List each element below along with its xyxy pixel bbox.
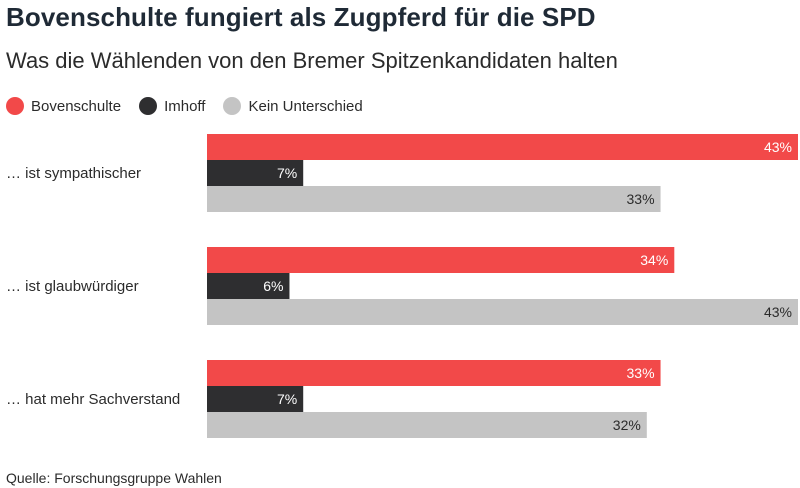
- category-label: … ist glaubwürdiger: [6, 278, 139, 295]
- data-label-bovenschulte: 34%: [640, 252, 668, 268]
- bar-bovenschulte: [207, 247, 675, 273]
- source-note: Quelle: Forschungsgruppe Wahlen: [6, 470, 222, 486]
- bar-bovenschulte: [207, 134, 798, 160]
- bar-kein-unterschied: [207, 299, 798, 325]
- data-label-bovenschulte: 33%: [627, 365, 655, 381]
- category-label: … ist sympathischer: [6, 165, 141, 182]
- data-label-bovenschulte: 43%: [764, 139, 792, 155]
- bar-bovenschulte: [207, 360, 661, 386]
- data-label-kein-unterschied: 43%: [764, 304, 792, 320]
- category-label: … hat mehr Sachverstand: [6, 391, 180, 408]
- bar-kein-unterschied: [207, 412, 647, 438]
- data-label-kein-unterschied: 32%: [613, 417, 641, 433]
- data-label-imhoff: 6%: [263, 278, 283, 294]
- data-label-imhoff: 7%: [277, 165, 297, 181]
- data-label-imhoff: 7%: [277, 391, 297, 407]
- bar-kein-unterschied: [207, 186, 661, 212]
- data-label-kein-unterschied: 33%: [627, 191, 655, 207]
- bar-chart: … ist sympathischer 43% 7% 33% … ist glaubwü…: [6, 134, 798, 438]
